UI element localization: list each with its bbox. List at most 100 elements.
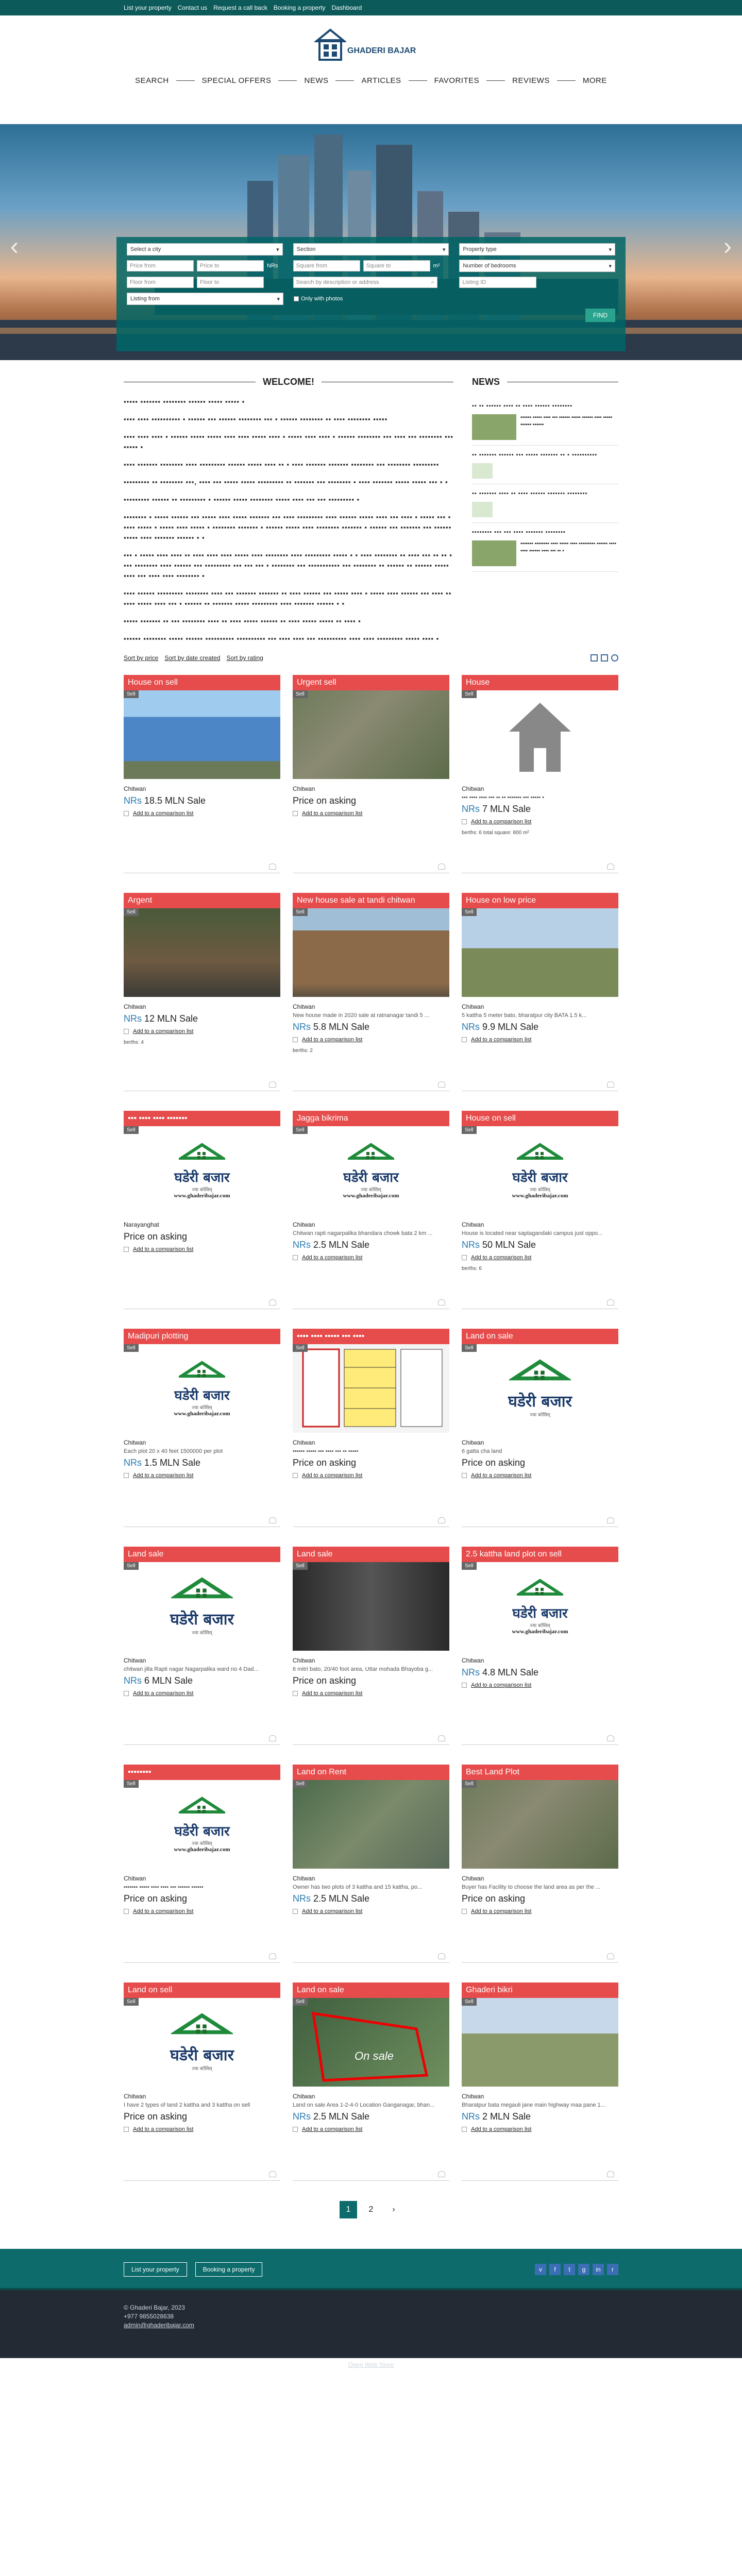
price-from-input[interactable]: Price from (127, 260, 194, 272)
bedrooms-select[interactable]: Number of bedrooms ▾ (459, 260, 616, 272)
grid-view-icon[interactable] (591, 654, 598, 662)
listing-card[interactable]: Jagga bikrima घडेरी बजार ज्या कोसिस् www.gh… (293, 1111, 449, 1309)
listing-badge[interactable]: House on sell (124, 675, 280, 690)
listing-photo[interactable]: Sell (462, 1780, 618, 1869)
listing-card[interactable]: Land sale घडेरी बजार ज्या कोसिस् Sell Chitwa… (124, 1547, 280, 1745)
compare-checkbox[interactable]: Add to a comparison list (462, 2126, 618, 2132)
listing-photo[interactable]: घडेरी बजार ज्या कोसिस् www.ghaderibajar.co… (462, 1126, 618, 1215)
topbar-link[interactable]: Booking a property (274, 4, 326, 11)
map-view-icon[interactable] (611, 654, 618, 662)
listing-badge[interactable]: New house sale at tandi chitwan (293, 893, 449, 908)
facebook-icon[interactable]: f (549, 2264, 561, 2275)
listing-badge[interactable]: Ghaderi bikri (462, 1982, 618, 1998)
favorite-heart-icon[interactable] (607, 2171, 614, 2177)
favorite-heart-icon[interactable] (438, 863, 445, 870)
news-thumbnail[interactable] (472, 463, 493, 479)
compare-box[interactable] (462, 1037, 467, 1042)
listing-photo[interactable]: Sell (293, 1344, 449, 1433)
listing-badge[interactable]: Best Land Plot (462, 1765, 618, 1780)
sort-by-price-link[interactable]: Sort by price (124, 654, 158, 662)
listing-photo[interactable]: Sell (293, 1780, 449, 1869)
compare-checkbox[interactable]: Add to a comparison list (293, 1472, 449, 1479)
favorite-heart-icon[interactable] (269, 1735, 276, 1741)
favorite-heart-icon[interactable] (269, 1953, 276, 1959)
listing-card[interactable]: Madipuri plotting घडेरी बजार ज्या कोसिस् ww… (124, 1329, 280, 1527)
site-logo[interactable]: GHADERI BAJAR (314, 28, 428, 64)
listing-photo[interactable]: Sell (293, 690, 449, 779)
twitter-icon[interactable]: t (564, 2264, 575, 2275)
news-item-title[interactable]: ▪▪ ▪▪▪▪▪▪▪ ▪▪▪▪ ▪▪ ▪▪▪▪ ▪▪▪▪▪▪ ▪▪▪▪▪▪▪ ▪… (472, 489, 618, 498)
listing-card[interactable]: Land on Rent Sell Chitwan Owner has two plo… (293, 1765, 449, 1963)
compare-label[interactable]: Add to a comparison list (133, 1028, 193, 1035)
listing-badge[interactable]: ▪▪▪ ▪▪▪▪ ▪▪▪▪ ▪▪▪▪▪▪▪ (124, 1111, 280, 1126)
compare-checkbox[interactable]: Add to a comparison list (462, 1682, 618, 1688)
compare-checkbox[interactable]: Add to a comparison list (293, 810, 449, 817)
compare-label[interactable]: Add to a comparison list (133, 1472, 193, 1479)
favorite-heart-icon[interactable] (269, 2171, 276, 2177)
compare-box[interactable] (124, 1029, 129, 1034)
favorite-heart-icon[interactable] (438, 1299, 445, 1306)
listing-card[interactable]: Ghaderi bikri Sell Chitwan Bharatpur bata m… (462, 1982, 618, 2181)
compare-label[interactable]: Add to a comparison list (471, 1472, 531, 1479)
topbar-link[interactable]: Request a call back (213, 4, 267, 11)
compare-box[interactable] (293, 1909, 298, 1914)
news-item[interactable]: ▪▪ ▪▪▪▪▪▪▪ ▪▪▪▪▪▪ ▪▪▪ ▪▪▪▪▪ ▪▪▪▪▪▪▪ ▪▪ ▪… (472, 446, 618, 484)
compare-checkbox[interactable]: Add to a comparison list (124, 1246, 280, 1252)
compare-label[interactable]: Add to a comparison list (471, 1037, 531, 1043)
nav-item-special-offers[interactable]: SPECIAL OFFERS (202, 76, 272, 85)
compare-checkbox[interactable]: Add to a comparison list (293, 1255, 449, 1261)
listing-photo[interactable]: Sell (462, 690, 618, 779)
favorite-heart-icon[interactable] (607, 1081, 614, 1088)
listing-card[interactable]: New house sale at tandi chitwan Sell Chitw… (293, 893, 449, 1091)
listing-card[interactable]: Land sale Sell Chitwan 6 mitri bato, 20/40 … (293, 1547, 449, 1745)
listing-photo[interactable]: घडेरी बजार ज्या कोसिस् Sell (124, 1998, 280, 2087)
news-item-title[interactable]: ▪▪▪▪▪▪▪▪ ▪▪▪ ▪▪▪ ▪▪▪▪ ▪▪▪▪▪▪▪ ▪▪▪▪▪▪▪▪ (472, 528, 618, 536)
listing-card[interactable]: ▪▪▪▪▪▪▪▪ घडेरी बजार ज्या कोसिस् www.ghaderi… (124, 1765, 280, 1963)
favorite-heart-icon[interactable] (438, 1081, 445, 1088)
listing-badge[interactable]: Argent (124, 893, 280, 908)
listing-photo[interactable]: Sell (124, 908, 280, 997)
compare-box[interactable] (124, 1691, 129, 1696)
compare-box[interactable] (462, 819, 467, 824)
listing-card[interactable]: ▪▪▪ ▪▪▪▪ ▪▪▪▪ ▪▪▪▪▪▪▪ घडेरी बजार ज्या कोसि… (124, 1111, 280, 1309)
listing-badge[interactable]: Madipuri plotting (124, 1329, 280, 1344)
email-link[interactable]: admin@ghaderibajar.com (124, 2321, 194, 2329)
only-photos-checkbox[interactable]: Only with photos (294, 296, 343, 302)
listing-badge[interactable]: ▪▪▪▪ ▪▪▪▪ ▪▪▪▪▪ ▪▪▪ ▪▪▪▪ (293, 1329, 449, 1344)
floor-from-input[interactable]: Floor from (127, 277, 194, 288)
price-to-input[interactable]: Price to (197, 260, 264, 272)
listing-photo[interactable]: घडेरी बजार ज्या कोसिस् www.ghaderibajar.co… (124, 1126, 280, 1215)
listing-from-select[interactable]: Listing from ▾ (127, 293, 283, 305)
description-search-input[interactable]: Search by description or address ⌕ (293, 277, 437, 288)
compare-checkbox[interactable]: Add to a comparison list (293, 2126, 449, 2132)
nav-item-articles[interactable]: ARTICLES (361, 76, 401, 85)
compare-checkbox[interactable]: Add to a comparison list (293, 1908, 449, 1914)
compare-checkbox[interactable]: Add to a comparison list (293, 1690, 449, 1697)
sort-by-rating-link[interactable]: Sort by rating (226, 654, 263, 662)
listing-card[interactable]: ▪▪▪▪ ▪▪▪▪ ▪▪▪▪▪ ▪▪▪ ▪▪▪▪ Sell Chitwan ▪▪▪▪▪… (293, 1329, 449, 1527)
compare-label[interactable]: Add to a comparison list (471, 1255, 531, 1261)
listing-badge[interactable]: Urgent sell (293, 675, 449, 690)
booking-property-button[interactable]: Booking a property (195, 2262, 263, 2277)
listing-badge[interactable]: House on low price (462, 893, 618, 908)
listing-badge[interactable]: Jagga bikrima (293, 1111, 449, 1126)
compare-checkbox[interactable]: Add to a comparison list (124, 810, 280, 817)
news-item[interactable]: ▪▪ ▪▪▪▪▪▪▪ ▪▪▪▪ ▪▪ ▪▪▪▪ ▪▪▪▪▪▪ ▪▪▪▪▪▪▪ ▪… (472, 484, 618, 523)
compare-box[interactable] (293, 811, 298, 816)
compare-box[interactable] (293, 2127, 298, 2132)
property-type-select[interactable]: Property type ▾ (459, 243, 616, 256)
square-from-input[interactable]: Square from (293, 260, 360, 272)
favorite-heart-icon[interactable] (607, 1299, 614, 1306)
compare-label[interactable]: Add to a comparison list (471, 2126, 531, 2132)
compare-checkbox[interactable]: Add to a comparison list (124, 1908, 280, 1914)
listing-photo[interactable]: घडेरी बजार ज्या कोसिस् www.ghaderibajar.co… (293, 1126, 449, 1215)
nav-item-more[interactable]: MORE (583, 76, 607, 85)
listing-badge[interactable]: Land on Rent (293, 1765, 449, 1780)
listing-card[interactable]: Urgent sell Sell Chitwan Price on asking Add… (293, 675, 449, 873)
listing-badge[interactable]: Land on sale (293, 1982, 449, 1998)
listing-photo[interactable]: Sell (293, 1562, 449, 1651)
listing-card[interactable]: House on sell Sell Chitwan NRs 18.5 MLN Sal… (124, 675, 280, 873)
compare-label[interactable]: Add to a comparison list (133, 1246, 193, 1252)
compare-label[interactable]: Add to a comparison list (302, 1037, 362, 1043)
rss-icon[interactable]: r (607, 2264, 618, 2275)
